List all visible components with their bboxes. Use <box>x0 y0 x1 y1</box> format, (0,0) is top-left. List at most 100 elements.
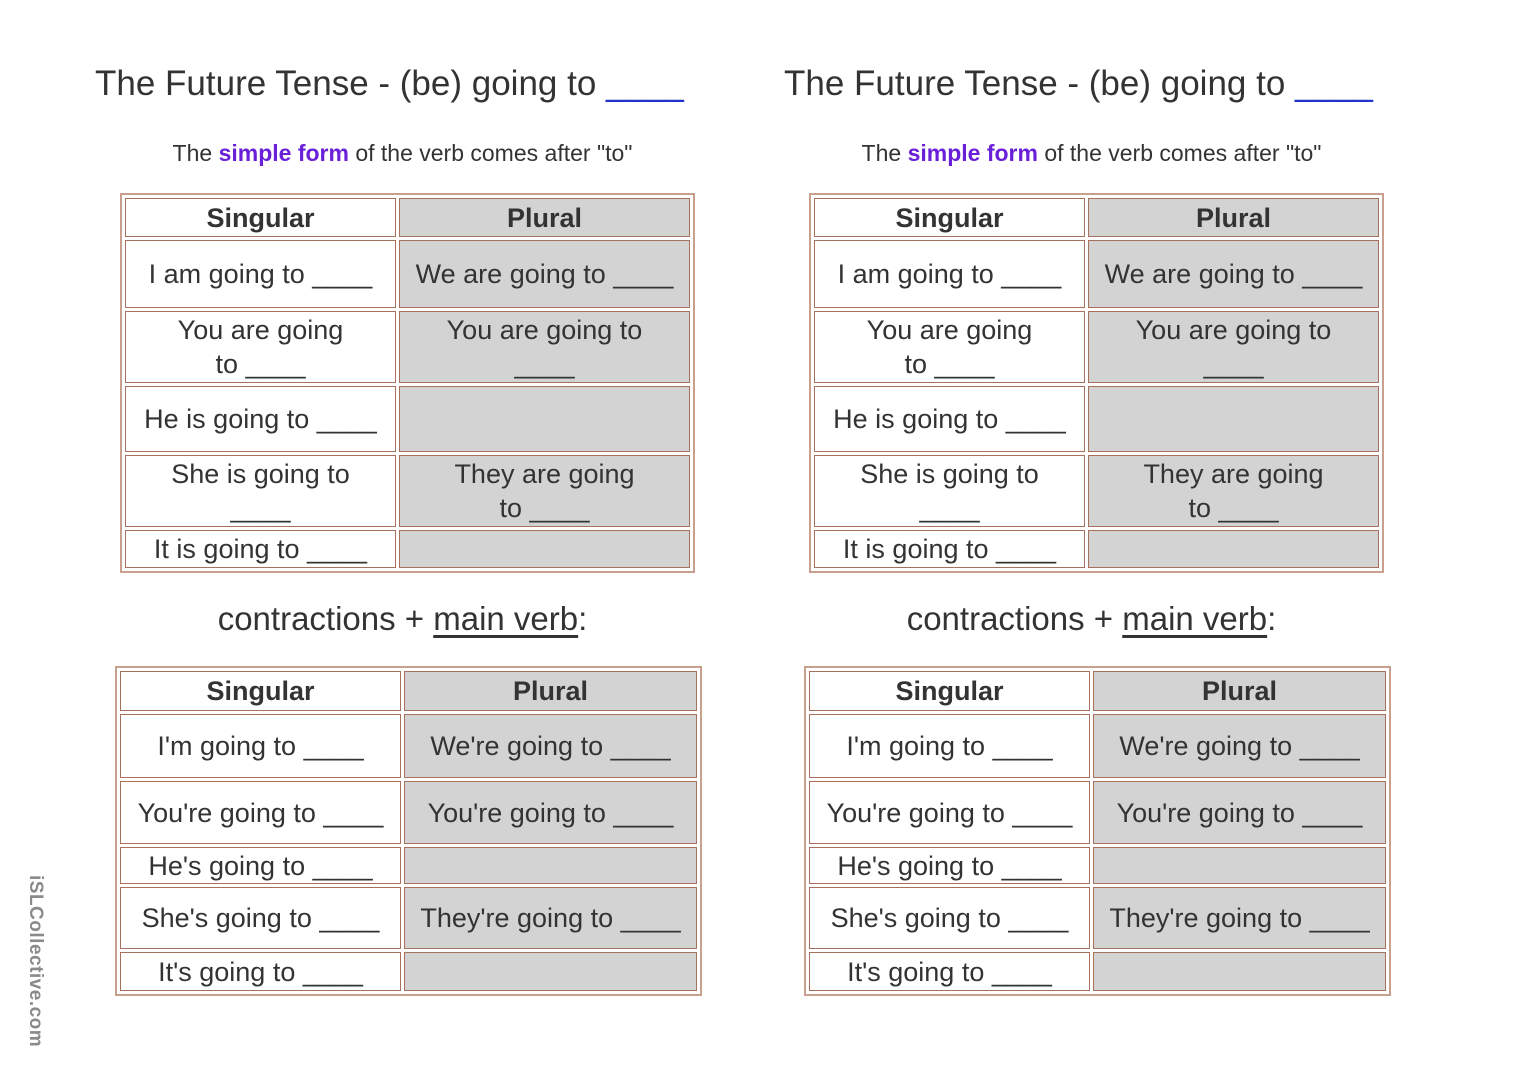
table-row: I'm going to ____ We're going to ____ <box>120 714 697 778</box>
singular-cell: He's going to ____ <box>120 847 401 884</box>
header-plural: Plural <box>404 671 697 711</box>
singular-cell: It's going to ____ <box>120 952 401 991</box>
singular-cell: She's going to ____ <box>809 887 1090 949</box>
singular-cell: It's going to ____ <box>809 952 1090 991</box>
singular-cell: She is going to ____ <box>814 455 1085 527</box>
plural-cell <box>1093 952 1386 991</box>
table-row: It's going to ____ <box>809 952 1386 991</box>
title-text: The Future Tense - (be) going to <box>95 64 597 103</box>
table-row: He is going to ____ <box>814 386 1379 452</box>
contractions-table: Singular Plural I'm going to ____ We're goi… <box>804 666 1391 996</box>
contractions-underlined: main verb <box>433 600 579 637</box>
worksheet-title: The Future Tense - (be) going to ____ <box>95 64 684 104</box>
table-row: You're going to ____ You're going to ____ <box>120 781 697 844</box>
plural-cell: You're going to ____ <box>1093 781 1386 844</box>
plural-cell: You are going to ____ <box>399 311 690 383</box>
singular-cell: It is going to ____ <box>125 530 396 568</box>
plural-cell: They're going to ____ <box>404 887 697 949</box>
table-row: She is going to ____ They are going to __… <box>125 455 690 527</box>
subtitle-highlight: simple form <box>907 140 1038 166</box>
table-row: It is going to ____ <box>814 530 1379 568</box>
singular-cell: He is going to ____ <box>814 386 1085 452</box>
header-row: Singular Plural <box>125 198 690 237</box>
header-row: Singular Plural <box>814 198 1379 237</box>
singular-cell: I'm going to ____ <box>120 714 401 778</box>
singular-cell: She is going to ____ <box>125 455 396 527</box>
table-row: She's going to ____ They're going to ____ <box>120 887 697 949</box>
header-plural: Plural <box>1093 671 1386 711</box>
table-row: I am going to ____ We are going to ____ <box>814 240 1379 308</box>
plural-cell: We are going to ____ <box>399 240 690 308</box>
singular-cell: She's going to ____ <box>120 887 401 949</box>
contractions-underlined: main verb <box>1122 600 1268 637</box>
singular-cell: He is going to ____ <box>125 386 396 452</box>
table-row: She is going to ____ They are going to __… <box>814 455 1379 527</box>
singular-cell: You're going to ____ <box>809 781 1090 844</box>
watermark: iSLCollective.com <box>25 875 46 1048</box>
subtitle-highlight: simple form <box>218 140 349 166</box>
table-row: I am going to ____ We are going to ____ <box>125 240 690 308</box>
singular-cell: You're going to ____ <box>120 781 401 844</box>
singular-cell: You are going to ____ <box>814 311 1085 383</box>
table-row: He's going to ____ <box>809 847 1386 884</box>
table-row: She's going to ____ They're going to ____ <box>809 887 1386 949</box>
title-blank: ____ <box>1295 64 1373 103</box>
contractions-table: Singular Plural I'm going to ____ We're goi… <box>115 666 702 996</box>
table-row: It is going to ____ <box>125 530 690 568</box>
table-row: It's going to ____ <box>120 952 697 991</box>
header-row: Singular Plural <box>809 671 1386 711</box>
contractions-post: : <box>578 600 588 637</box>
plural-cell: They are going to ____ <box>1088 455 1379 527</box>
plural-cell: You are going to ____ <box>1088 311 1379 383</box>
subtitle: The simple form of the verb comes after … <box>784 140 1399 167</box>
singular-cell: He's going to ____ <box>809 847 1090 884</box>
plural-cell <box>399 530 690 568</box>
plural-cell: You're going to ____ <box>404 781 697 844</box>
worksheet-panel-right: The Future Tense - (be) going to ____ Th… <box>784 0 1484 1083</box>
header-singular: Singular <box>809 671 1090 711</box>
contractions-heading: contractions + main verb: <box>784 600 1399 638</box>
title-blank: ____ <box>606 64 684 103</box>
plural-cell: They are going to ____ <box>399 455 690 527</box>
table-row: He is going to ____ <box>125 386 690 452</box>
contractions-post: : <box>1267 600 1277 637</box>
header-plural: Plural <box>1088 198 1379 237</box>
table-row: He's going to ____ <box>120 847 697 884</box>
singular-cell: I am going to ____ <box>814 240 1085 308</box>
header-plural: Plural <box>399 198 690 237</box>
plural-cell <box>404 847 697 884</box>
singular-cell: I am going to ____ <box>125 240 396 308</box>
subtitle-post: of the verb comes after "to" <box>1044 140 1322 166</box>
contractions-heading: contractions + main verb: <box>95 600 710 638</box>
full-form-table: Singular Plural I am going to ____ We are g… <box>120 193 695 573</box>
header-singular: Singular <box>814 198 1085 237</box>
contractions-pre: contractions + <box>906 600 1123 637</box>
subtitle-post: of the verb comes after "to" <box>355 140 633 166</box>
plural-cell <box>1088 530 1379 568</box>
table-row: You are going to ____ You are going to __… <box>814 311 1379 383</box>
subtitle-pre: The <box>172 140 213 166</box>
table-row: You're going to ____ You're going to ____ <box>809 781 1386 844</box>
title-text: The Future Tense - (be) going to <box>784 64 1286 103</box>
header-singular: Singular <box>125 198 396 237</box>
subtitle-pre: The <box>861 140 902 166</box>
worksheet-panel-left: The Future Tense - (be) going to ____ Th… <box>95 0 795 1083</box>
singular-cell: I'm going to ____ <box>809 714 1090 778</box>
plural-cell: We're going to ____ <box>1093 714 1386 778</box>
plural-cell: We're going to ____ <box>404 714 697 778</box>
plural-cell: We are going to ____ <box>1088 240 1379 308</box>
table-row: You are going to ____ You are going to __… <box>125 311 690 383</box>
plural-cell <box>1093 847 1386 884</box>
header-row: Singular Plural <box>120 671 697 711</box>
singular-cell: You are going to ____ <box>125 311 396 383</box>
header-singular: Singular <box>120 671 401 711</box>
table-row: I'm going to ____ We're going to ____ <box>809 714 1386 778</box>
singular-cell: It is going to ____ <box>814 530 1085 568</box>
subtitle: The simple form of the verb comes after … <box>95 140 710 167</box>
plural-cell <box>399 386 690 452</box>
plural-cell <box>1088 386 1379 452</box>
plural-cell <box>404 952 697 991</box>
contractions-pre: contractions + <box>217 600 434 637</box>
plural-cell: They're going to ____ <box>1093 887 1386 949</box>
full-form-table: Singular Plural I am going to ____ We are g… <box>809 193 1384 573</box>
